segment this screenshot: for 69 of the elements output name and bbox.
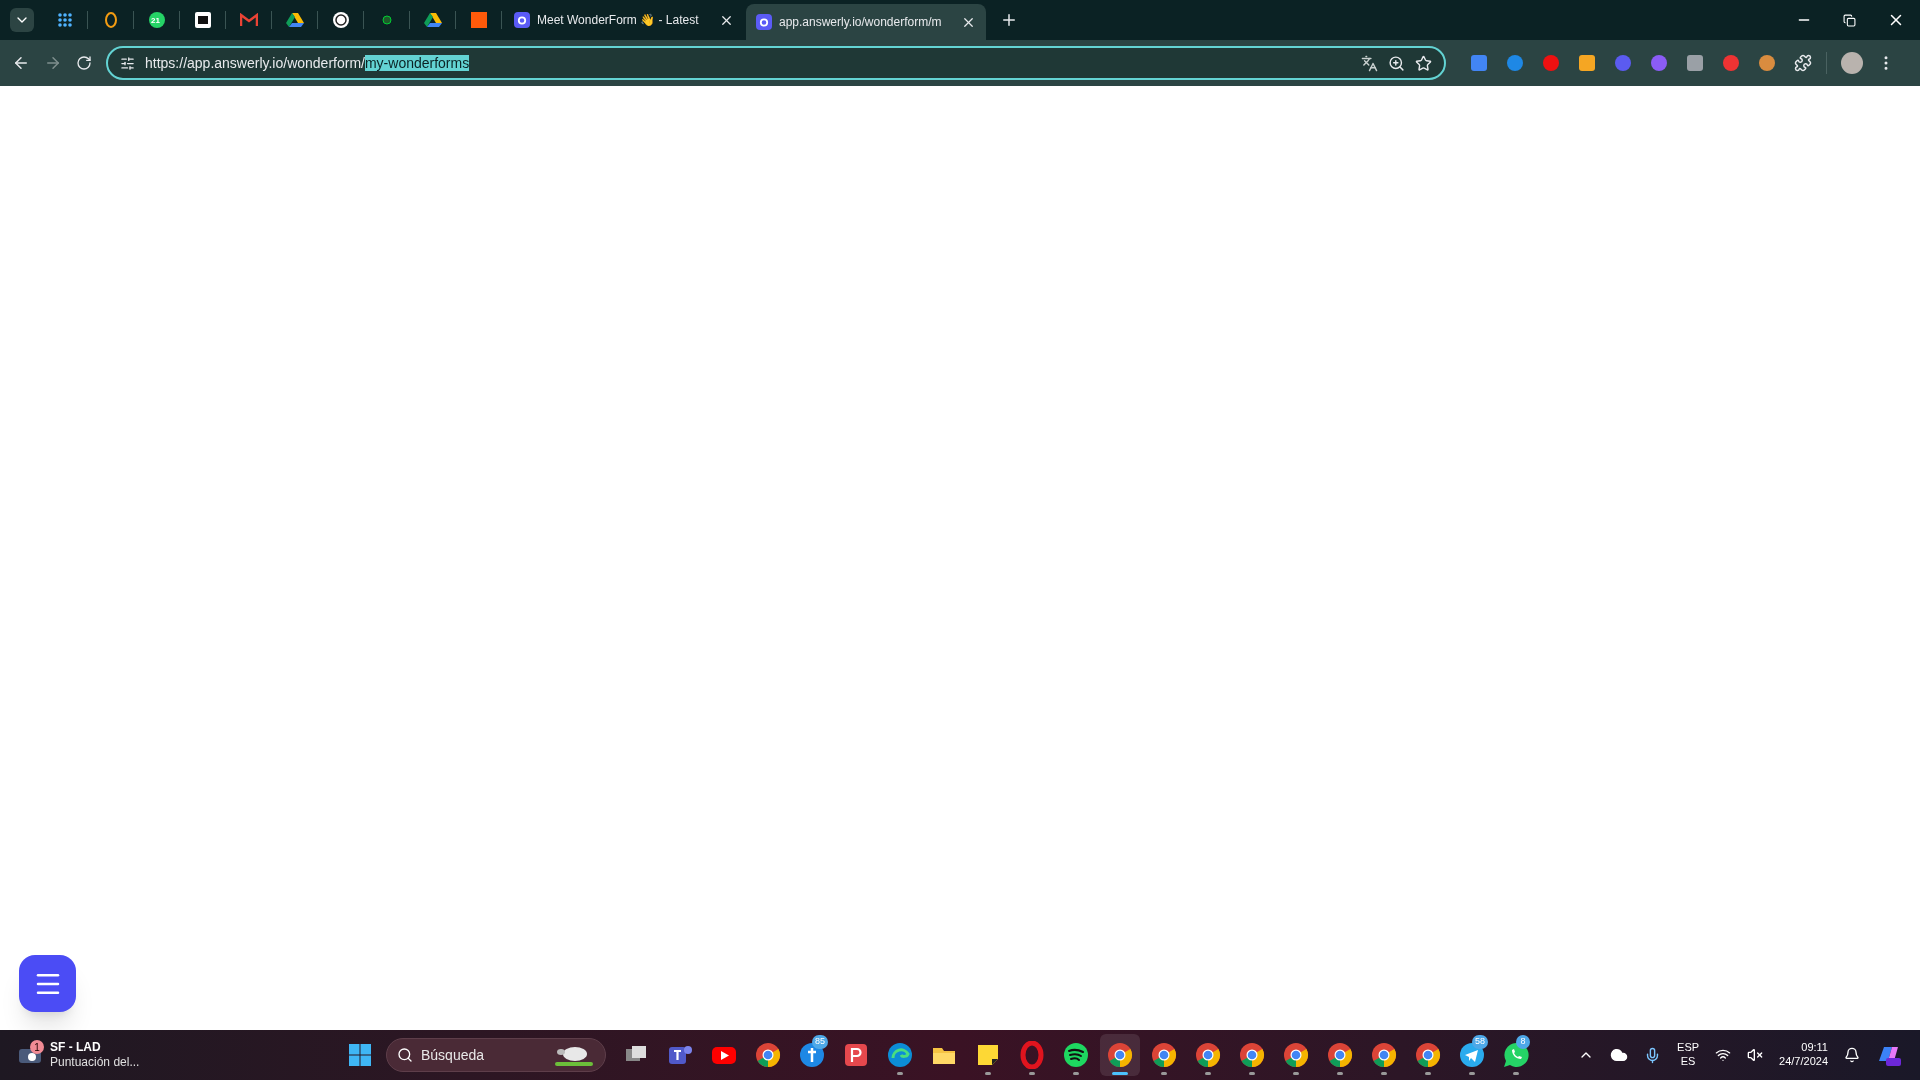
- browser-logo-icon: [1326, 1041, 1354, 1069]
- taskbar-app[interactable]: [1100, 1034, 1140, 1076]
- reload-icon[interactable]: [76, 55, 92, 71]
- extension-icon[interactable]: [1650, 54, 1668, 72]
- chat-bubble-icon: [147, 11, 166, 29]
- browser-logo-icon: [1414, 1041, 1442, 1069]
- sound-waves-logo-icon: [1062, 1041, 1090, 1069]
- cloud-icon[interactable]: [1610, 1046, 1629, 1064]
- browser-logo-icon: [1150, 1041, 1178, 1069]
- tab-search-button[interactable]: [10, 8, 34, 32]
- search-field[interactable]: Búsqueda: [386, 1038, 606, 1072]
- browser-logo-icon: [1106, 1041, 1134, 1069]
- count-badge: 85: [812, 1035, 828, 1049]
- extensions-icon[interactable]: [1794, 54, 1812, 72]
- search-placeholder: Búsqueda: [421, 1045, 486, 1065]
- zoom-icon[interactable]: [1388, 54, 1405, 72]
- document-app-icon: [842, 1041, 870, 1069]
- muted-speaker-icon[interactable]: [1747, 1047, 1764, 1063]
- dots-grid-icon: [56, 12, 73, 28]
- tab-title: app.answerly.io/wonderform/m: [779, 14, 942, 31]
- ring-icon: [103, 11, 118, 29]
- back-icon[interactable]: [12, 54, 30, 72]
- notification-badge: 1: [30, 1040, 44, 1054]
- browser-logo-icon: [1282, 1041, 1310, 1069]
- triangle-logo-icon: [285, 12, 304, 28]
- clock-time[interactable]: 09:11: [1801, 1041, 1828, 1055]
- menu-button[interactable]: [19, 955, 76, 1012]
- extension-icon[interactable]: [1470, 54, 1488, 72]
- profile-avatar[interactable]: [1841, 52, 1863, 74]
- clock-date[interactable]: 24/7/2024: [1779, 1055, 1828, 1069]
- mail-icon: [239, 13, 258, 27]
- square-logo-icon: [470, 12, 487, 28]
- new-tab-icon[interactable]: [1000, 11, 1018, 29]
- triangle-logo-icon: [423, 12, 442, 28]
- tab-title: Meet WonderForm 👋 - Latest: [537, 12, 699, 29]
- widget-subtitle: Puntuación del...: [50, 1055, 140, 1070]
- extension-icon[interactable]: [1506, 54, 1524, 72]
- widget-title: SF - LAD: [50, 1040, 102, 1055]
- windows-logo-icon[interactable]: [348, 1043, 372, 1067]
- notifications-icon[interactable]: [1844, 1047, 1860, 1063]
- browser-logo-icon: [1370, 1041, 1398, 1069]
- square-logo-icon: [194, 12, 211, 28]
- site-logo-icon: [756, 14, 772, 30]
- dot-icon: [381, 15, 392, 25]
- count-badge: 8: [1516, 1035, 1530, 1049]
- extension-icon[interactable]: [1686, 54, 1704, 72]
- browser-logo-icon: [754, 1041, 782, 1069]
- extension-icon[interactable]: [1758, 54, 1776, 72]
- swirl-logo-icon: [331, 11, 350, 29]
- browser-logo-icon: [1194, 1041, 1222, 1069]
- language-code[interactable]: ESP: [1677, 1041, 1700, 1055]
- browser-logo-icon: [1238, 1041, 1266, 1069]
- keyboard-layout[interactable]: ES: [1680, 1055, 1696, 1069]
- count-badge: 58: [1472, 1035, 1488, 1049]
- unread-count: 21: [151, 15, 160, 27]
- restore-icon[interactable]: [1843, 13, 1856, 27]
- forward-icon[interactable]: [44, 54, 62, 72]
- browser-tab[interactable]: app.answerly.io/wonderform/m: [746, 4, 986, 40]
- ring-logo-icon: [1018, 1041, 1046, 1069]
- bookmark-star-icon[interactable]: [1415, 54, 1432, 72]
- site-logo-icon: [514, 12, 530, 28]
- wave-logo-icon: [886, 1041, 914, 1069]
- extension-icon[interactable]: [1578, 54, 1596, 72]
- search-icon: [397, 1047, 413, 1063]
- extension-icon[interactable]: [1722, 54, 1740, 72]
- wifi-icon[interactable]: [1715, 1047, 1732, 1063]
- translate-icon[interactable]: [1361, 54, 1378, 72]
- site-settings-icon[interactable]: [120, 55, 135, 71]
- browser-tab[interactable]: Meet WonderForm 👋 - Latest: [504, 4, 744, 36]
